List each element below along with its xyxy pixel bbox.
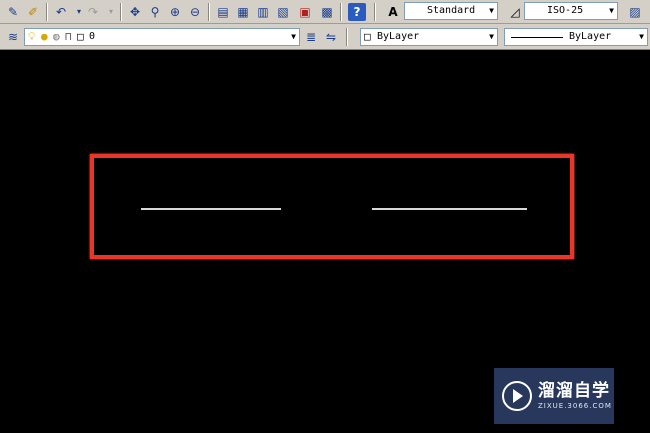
dim-style-icon: ◿	[510, 5, 520, 19]
make-current-icon[interactable]: ≣	[302, 28, 320, 46]
drawing-canvas[interactable]: 溜溜自学 ZIXUE.3066.COM	[0, 50, 650, 433]
chevron-down-icon[interactable]: ▼	[609, 3, 614, 19]
toolbar-separator	[208, 3, 210, 21]
toolbar-separator	[346, 28, 348, 46]
toolbar-separator	[374, 3, 376, 21]
layer-previous-icon[interactable]: ⇋	[322, 28, 340, 46]
dim-style-select[interactable]: ISO-25 ▼	[524, 2, 618, 20]
chevron-down-icon[interactable]: ▼	[489, 3, 494, 19]
color-value: ByLayer	[377, 31, 420, 42]
linetype-preview-icon	[511, 37, 563, 38]
dim-style-value: ISO-25	[547, 5, 584, 16]
help-icon[interactable]: ?	[348, 3, 366, 21]
play-logo-icon	[502, 381, 532, 411]
sheet-set-icon[interactable]: ▧	[274, 3, 292, 21]
chevron-down-icon[interactable]: ▼	[639, 29, 644, 45]
lock-icon[interactable]: ⊓	[65, 29, 72, 45]
text-style-icon: A	[388, 5, 398, 19]
layer-select[interactable]: 💡︎ ● ◍ ⊓ □ 0 ▼	[24, 28, 300, 46]
color-swatch-icon: □	[364, 30, 371, 43]
chevron-down-icon[interactable]: ▼	[489, 29, 494, 45]
layers-toolbar: ≋ 💡︎ ● ◍ ⊓ □ 0 ▼ ≣ ⇋ □ ByLayer ▼ ByLayer…	[0, 24, 650, 50]
watermark-url: ZIXUE.3066.COM	[538, 402, 612, 410]
zoom-previous-icon[interactable]: ⊖	[186, 3, 204, 21]
watermark-brand: 溜溜自学	[538, 381, 610, 401]
text-style-value: Standard	[427, 5, 476, 16]
tool-palettes-icon[interactable]: ▥	[254, 3, 272, 21]
lightbulb-icon[interactable]: 💡︎	[28, 29, 36, 45]
linetype-value: ByLayer	[569, 31, 612, 42]
design-center-icon[interactable]: ▦	[234, 3, 252, 21]
chevron-down-icon[interactable]: ▼	[291, 29, 296, 45]
pencil-icon[interactable]: ✎	[4, 3, 22, 21]
markup-icon[interactable]: ▣	[296, 3, 314, 21]
toolbar-separator	[120, 3, 122, 21]
linetype-select[interactable]: ByLayer ▼	[504, 28, 648, 46]
drawn-line-right[interactable]	[372, 208, 527, 210]
redo-icon[interactable]: ↷	[84, 3, 102, 21]
zoom-window-icon[interactable]: ⊕	[166, 3, 184, 21]
properties-icon[interactable]: ▤	[214, 3, 232, 21]
table-style-icon[interactable]: ▨	[626, 3, 644, 21]
color-select[interactable]: □ ByLayer ▼	[360, 28, 498, 46]
layer-name: 0	[89, 31, 96, 42]
text-style-select[interactable]: Standard ▼	[404, 2, 498, 20]
viewport-freeze-icon[interactable]: ◍	[53, 29, 60, 45]
zoom-realtime-icon[interactable]: ⚲	[146, 3, 164, 21]
highlight-box	[90, 154, 574, 259]
pan-icon[interactable]: ✥	[126, 3, 144, 21]
watermark: 溜溜自学 ZIXUE.3066.COM	[494, 368, 614, 424]
drawn-line-left[interactable]	[141, 208, 281, 210]
toolbar-separator	[46, 3, 48, 21]
watermark-text: 溜溜自学 ZIXUE.3066.COM	[538, 381, 612, 411]
undo-icon[interactable]: ↶	[52, 3, 70, 21]
sun-icon[interactable]: ●	[41, 29, 48, 45]
match-properties-icon[interactable]: ✐	[24, 3, 42, 21]
toolbar-separator	[340, 3, 342, 21]
color-square-icon: □	[77, 30, 84, 43]
layer-manager-icon[interactable]: ≋	[4, 28, 22, 46]
standard-toolbar: ✎ ✐ ↶ ▾ ↷ ▾ ✥ ⚲ ⊕ ⊖ ▤ ▦ ▥ ▧ ▣ ▩ ? A Stan…	[0, 0, 650, 24]
chevron-down-icon[interactable]: ▾	[102, 3, 120, 21]
calculator-icon[interactable]: ▩	[318, 3, 336, 21]
